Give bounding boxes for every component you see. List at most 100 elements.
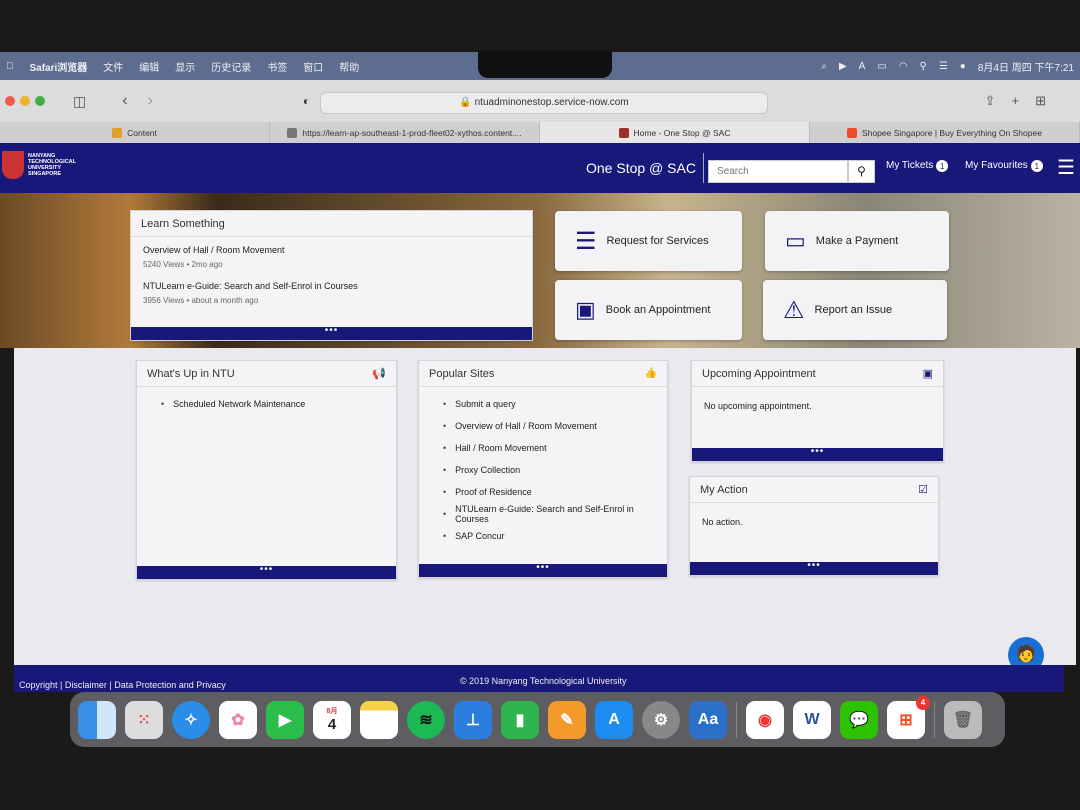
chrome-icon[interactable]: ◉ — [746, 700, 784, 739]
back-icon[interactable]: ‹ — [122, 92, 127, 110]
more-button[interactable]: ••• — [692, 447, 943, 461]
launchpad-icon[interactable]: ⁙ — [125, 700, 163, 739]
forward-icon[interactable]: › — [148, 92, 153, 110]
card-header: Learn Something — [131, 211, 532, 237]
learn-item[interactable]: NTULearn e-Guide: Search and Self-Enrol … — [131, 277, 532, 309]
article-title[interactable]: NTULearn e-Guide: Search and Self-Enrol … — [143, 281, 520, 291]
tab-blackboard[interactable]: https://learn-ap-southeast-1-prod-fleet0… — [270, 122, 540, 143]
popular-site-link[interactable]: Proxy Collection — [443, 459, 667, 481]
popular-site-link[interactable]: Proof of Residence — [443, 481, 667, 503]
menu-window[interactable]: 窗口 — [303, 59, 323, 74]
more-button[interactable]: ••• — [419, 563, 667, 577]
news-item[interactable]: Scheduled Network Maintenance — [161, 393, 396, 415]
menu-app[interactable]: Safari浏览器 — [30, 59, 88, 74]
views: 5240 Views — [143, 260, 185, 269]
credit-card-icon: ▭ — [785, 228, 806, 253]
footer-links[interactable]: Copyright | Disclaimer | Data Protection… — [19, 680, 226, 690]
popular-site-link[interactable]: SAP Concur — [443, 525, 667, 547]
dictionary-icon[interactable]: Aa — [689, 700, 727, 739]
photos-icon[interactable]: ✿ — [219, 700, 257, 739]
ntu-crest-icon — [2, 151, 24, 179]
book-appointment-tile[interactable]: ▣ Book an Appointment — [555, 280, 742, 340]
privacy-shield-icon[interactable]: ◐ — [303, 94, 310, 108]
popular-site-link[interactable]: Hall / Room Movement — [443, 437, 667, 459]
tab-label: https://learn-ap-southeast-1-prod-fleet0… — [302, 127, 522, 138]
search-icon[interactable]: ⚲ — [920, 61, 927, 72]
control-center-icon[interactable]: ☰ — [939, 61, 948, 72]
notes-icon[interactable] — [360, 700, 398, 739]
numbers-icon[interactable]: ▮ — [501, 700, 539, 739]
popular-site-link[interactable]: Overview of Hall / Room Movement — [443, 415, 667, 437]
site-title[interactable]: One Stop @ SAC — [586, 160, 696, 176]
learn-something-card: Learn Something Overview of Hall / Room … — [130, 210, 533, 341]
spotify-icon[interactable]: ≋ — [407, 700, 445, 739]
popular-site-link[interactable]: NTULearn e-Guide: Search and Self-Enrol … — [443, 503, 667, 525]
article-title[interactable]: Overview of Hall / Room Movement — [143, 245, 520, 255]
close-button[interactable] — [5, 96, 15, 106]
wechat-icon[interactable]: 💬 — [840, 700, 878, 739]
input-icon[interactable]: A — [859, 61, 866, 72]
tile-label: Report an Issue — [814, 304, 893, 316]
tile-label: Book an Appointment — [605, 304, 711, 316]
safari-icon[interactable]: ✧ — [172, 700, 210, 739]
wifi-icon[interactable]: ◠ — [899, 61, 908, 72]
menu-history[interactable]: 历史记录 — [211, 59, 251, 74]
ntu-logo[interactable]: NANYANG TECHNOLOGICAL UNIVERSITY SINGAPORE — [2, 151, 76, 179]
more-button[interactable]: ••• — [690, 561, 938, 575]
menu-help[interactable]: 帮助 — [339, 59, 359, 74]
my-tickets-label: My Tickets — [886, 160, 934, 171]
menu-view[interactable]: 显示 — [175, 59, 195, 74]
make-payment-tile[interactable]: ▭ Make a Payment — [765, 211, 949, 271]
sidebar-icon[interactable]: ◫ — [73, 93, 86, 110]
card-title: Popular Sites — [429, 367, 495, 380]
apple-menu[interactable]:  — [6, 61, 14, 72]
spotlight-icon[interactable]: ⌕ — [821, 61, 827, 72]
siri-icon[interactable]: ● — [960, 61, 966, 72]
tab-content[interactable]: Content — [0, 122, 270, 143]
minimize-button[interactable] — [20, 96, 30, 106]
menu-edit[interactable]: 编辑 — [139, 59, 159, 74]
search-input[interactable] — [708, 160, 848, 183]
app-store-icon[interactable]: A — [595, 700, 633, 739]
card-title: What's Up in NTU — [147, 367, 235, 380]
zoom-button[interactable] — [35, 96, 45, 106]
more-button[interactable]: ••• — [137, 565, 396, 579]
battery-icon[interactable]: ▭ — [877, 61, 886, 72]
my-favourites-link[interactable]: My Favourites 1 — [965, 160, 1043, 172]
more-button[interactable]: ••• — [131, 326, 532, 340]
learn-item[interactable]: Overview of Hall / Room Movement 5240 Vie… — [131, 237, 532, 277]
menu-bookmarks[interactable]: 书签 — [267, 59, 287, 74]
calendar-icon[interactable]: 8月 4 — [313, 700, 351, 739]
tab-home-one-stop[interactable]: Home - One Stop @ SAC — [540, 122, 810, 143]
tab-shopee[interactable]: Shopee Singapore | Buy Everything On Sho… — [810, 122, 1080, 143]
menu-file[interactable]: 文件 — [103, 59, 123, 74]
address-bar[interactable]: 🔒 ntuadminonestop.service-now.com — [320, 92, 768, 114]
facetime-icon[interactable]: ▶ — [266, 700, 304, 739]
word-icon[interactable]: W — [793, 700, 831, 739]
address-book-icon: ▣ — [575, 297, 596, 322]
report-issue-tile[interactable]: ⚠ Report an Issue — [763, 280, 947, 340]
finder-icon[interactable] — [78, 700, 116, 739]
request-services-tile[interactable]: ☰ Request for Services — [555, 211, 742, 271]
hamburger-menu-icon[interactable]: ☰ — [1057, 155, 1075, 180]
microsoft-autoupdate-icon[interactable]: ⊞ 4 — [887, 695, 930, 739]
popular-sites-card: Popular Sites 👍 Submit a query Overview o… — [418, 360, 668, 578]
trash-icon[interactable]: 🗑 — [944, 700, 982, 739]
main-content: What's Up in NTU 📢 Scheduled Network Main… — [14, 348, 1076, 673]
share-newtab-tabs-icons[interactable]: ⇪+⊞ — [985, 93, 1062, 109]
search-button[interactable]: ⚲ — [848, 160, 875, 183]
my-tickets-link[interactable]: My Tickets 1 — [886, 160, 949, 172]
system-preferences-icon[interactable]: ⚙ — [642, 700, 680, 739]
update-badge: 4 — [916, 695, 930, 710]
card-header: My Action ☑ — [690, 477, 938, 503]
divider — [703, 153, 704, 183]
calendar-month: 8月 — [326, 708, 338, 715]
play-icon[interactable]: ▶ — [839, 61, 847, 72]
card-header: Upcoming Appointment ▣ — [692, 361, 943, 387]
pages-icon[interactable]: ✎ — [548, 700, 586, 739]
keynote-icon[interactable]: ⊥ — [454, 700, 492, 739]
clock[interactable]: 8月4日 周四 下午7:21 — [978, 59, 1074, 74]
empty-message: No action. — [702, 517, 743, 527]
popular-site-link[interactable]: Submit a query — [443, 393, 667, 415]
tab-bar: Content https://learn-ap-southeast-1-pro… — [0, 122, 1080, 143]
